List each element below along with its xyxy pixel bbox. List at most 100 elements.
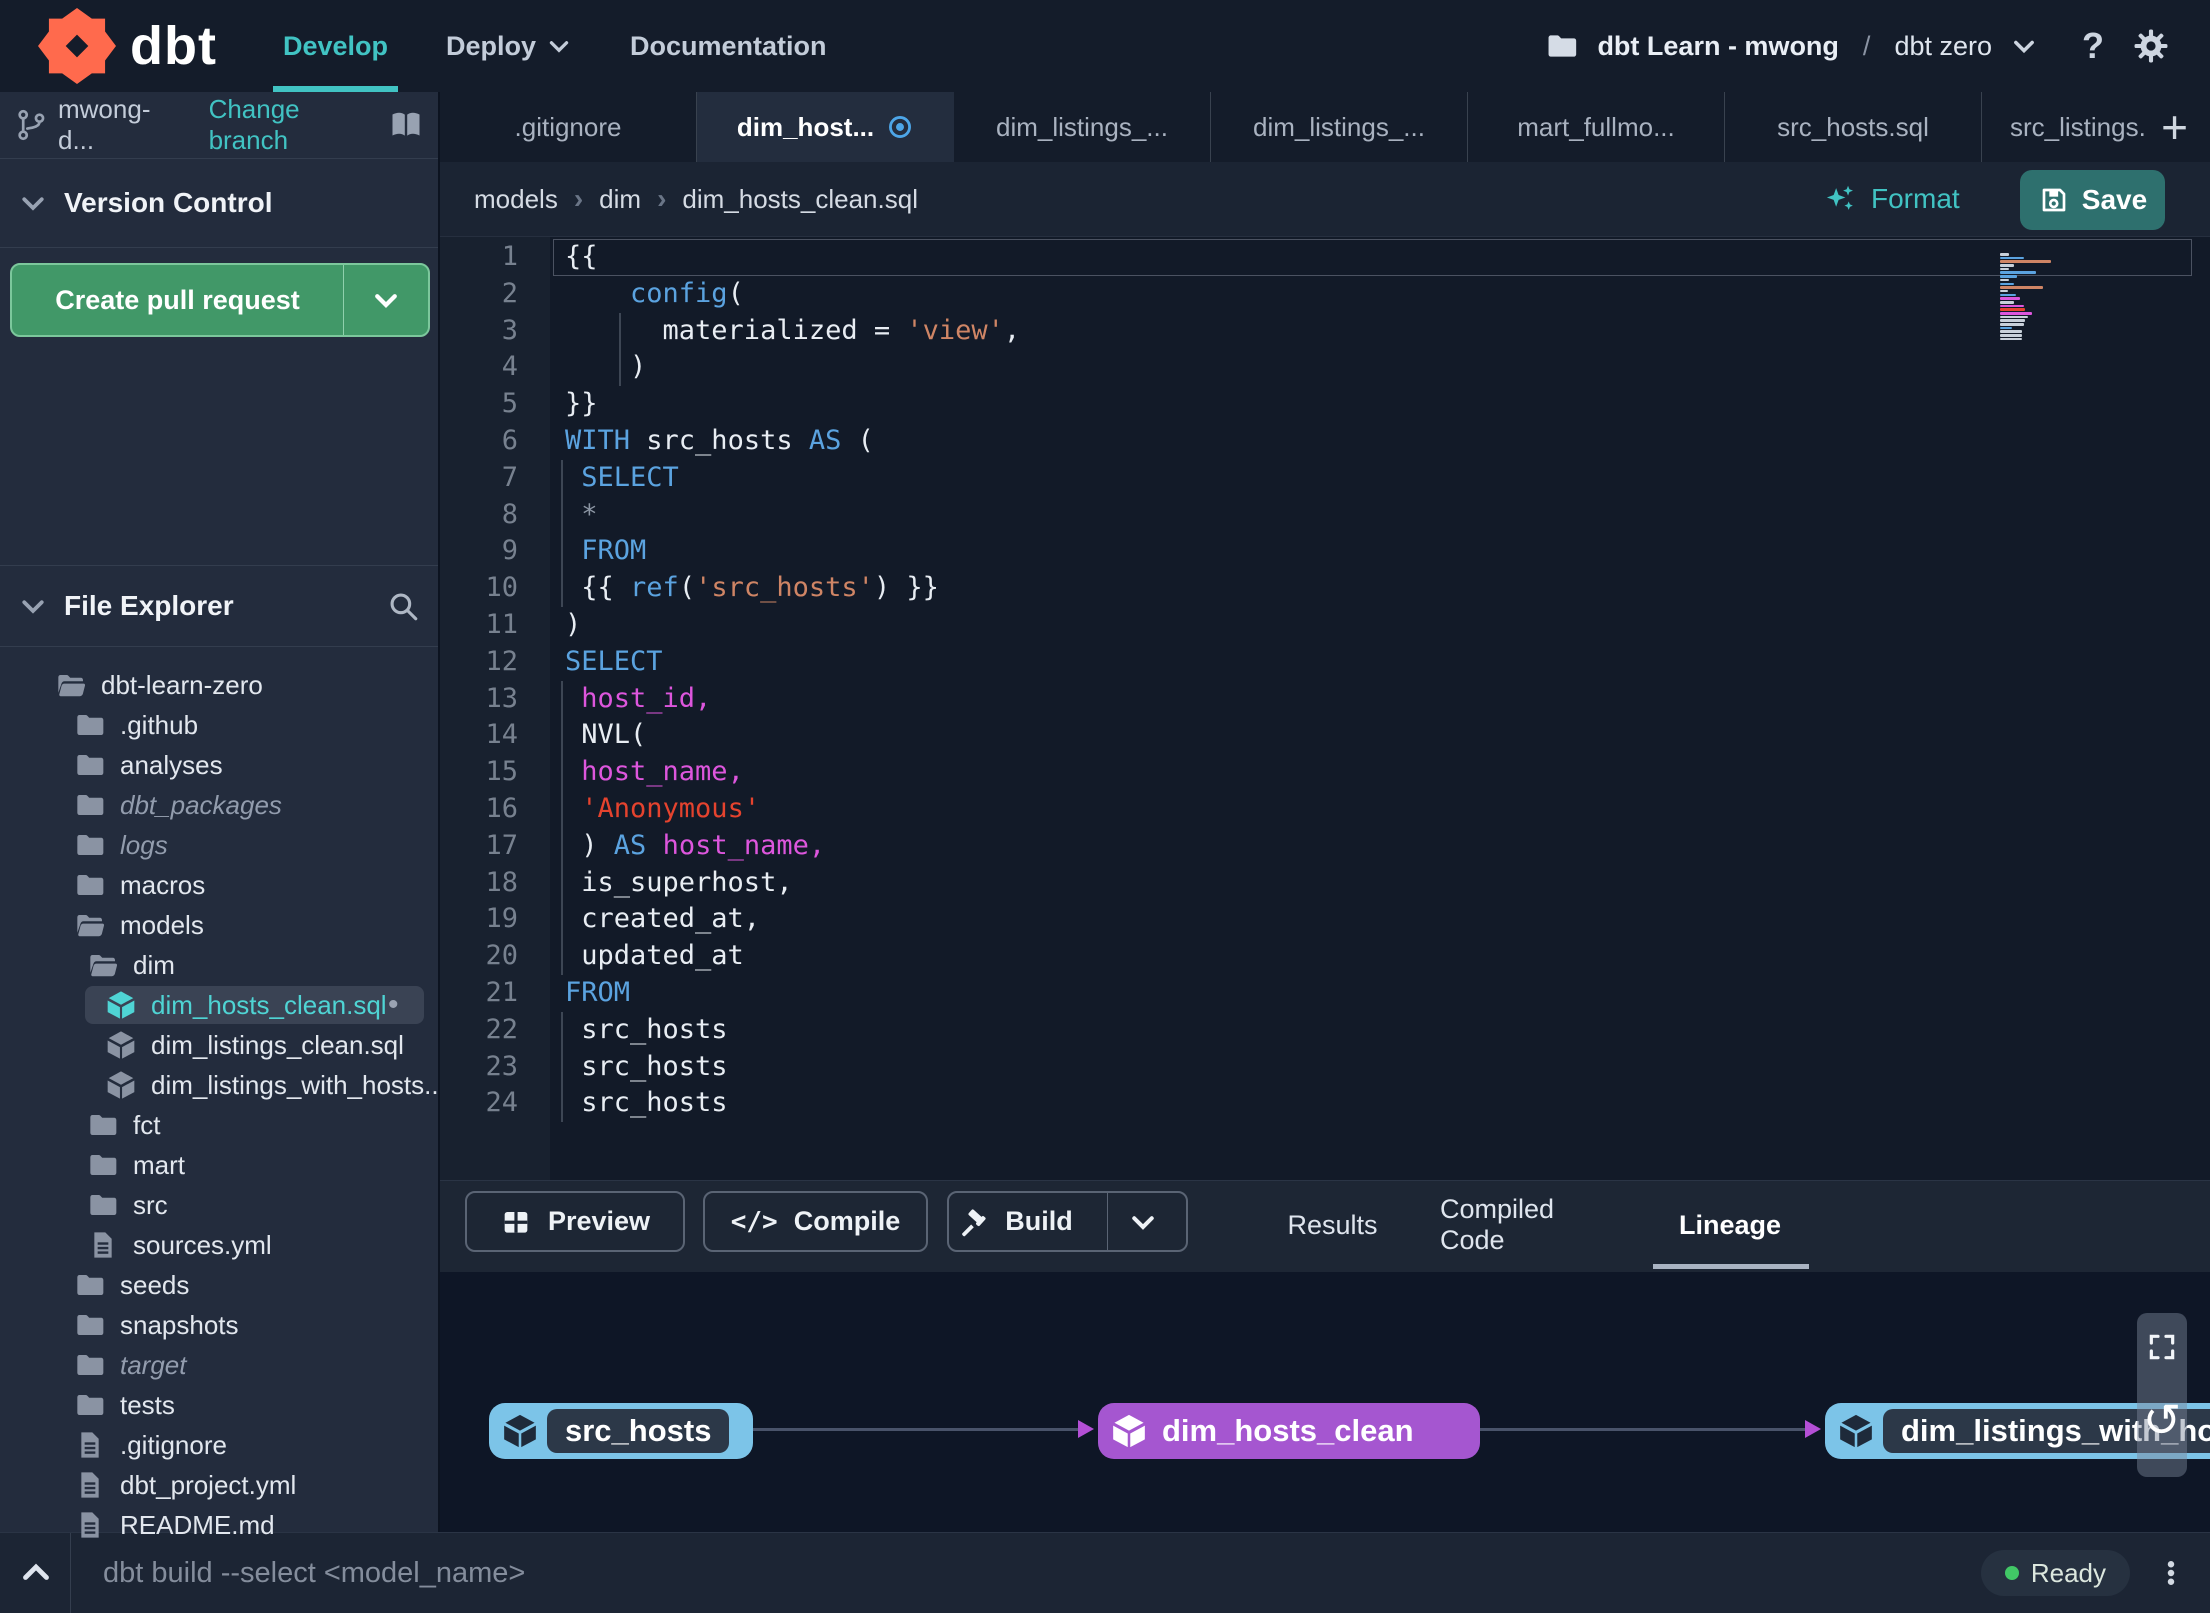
- tree-item-dim[interactable]: dim: [0, 945, 438, 985]
- code-icon: </>: [730, 1206, 778, 1237]
- tree-item-dim-listings-with-hosts-[interactable]: dim_listings_with_hosts...: [0, 1065, 438, 1105]
- lineage-node-src-hosts[interactable]: src_hosts: [489, 1403, 753, 1459]
- tree-item-seeds[interactable]: seeds: [0, 1265, 438, 1305]
- code-line: updated_at: [565, 940, 744, 972]
- chevron-down-icon[interactable]: [2010, 32, 2038, 60]
- format-button[interactable]: Format: [1823, 182, 1960, 216]
- project-name[interactable]: dbt Learn - mwong: [1597, 31, 1838, 62]
- minimap-line: [2000, 293, 2016, 297]
- bottom-toolbar: Preview </> Compile Build Results Compile…: [440, 1180, 2210, 1272]
- results-tab-results[interactable]: Results: [1270, 1181, 1395, 1269]
- breadcrumb-item[interactable]: models: [474, 184, 558, 215]
- nav-develop[interactable]: Develop: [272, 0, 399, 92]
- line-number: 22: [485, 1013, 518, 1045]
- tab-dim-listings-[interactable]: dim_listings_...: [954, 92, 1211, 162]
- tree-item-dbt-packages[interactable]: dbt_packages: [0, 785, 438, 825]
- save-button[interactable]: Save: [2020, 170, 2165, 230]
- chevron-up-icon[interactable]: [18, 1555, 54, 1591]
- create-pull-request-button[interactable]: Create pull request: [10, 263, 430, 337]
- pr-dropdown-chevron[interactable]: [344, 265, 428, 335]
- tab-mart-fullmo-[interactable]: mart_fullmo...: [1468, 92, 1725, 162]
- tree-item-dbt-project-yml[interactable]: dbt_project.yml: [0, 1465, 438, 1505]
- code-line: host_name,: [581, 756, 744, 788]
- lineage-pane[interactable]: ↺ src_hosts dim_hosts_clean dim_listings_w…: [440, 1272, 2210, 1532]
- tree-item-models[interactable]: models: [0, 905, 438, 945]
- dbt-logo[interactable]: dbt: [38, 8, 217, 84]
- nav-documentation[interactable]: Documentation: [630, 0, 827, 92]
- tree-item-logs[interactable]: logs: [0, 825, 438, 865]
- help-icon[interactable]: ?: [2082, 25, 2104, 67]
- minimap-line: [2000, 260, 2051, 263]
- fullscreen-icon[interactable]: [2146, 1331, 2178, 1363]
- breadcrumb-item[interactable]: dim_hosts_clean.sql: [682, 184, 918, 215]
- divider: [70, 1533, 71, 1613]
- tree-item-label: sources.yml: [133, 1229, 272, 1260]
- minimap-line: [2000, 282, 2014, 286]
- tree-item-macros[interactable]: macros: [0, 865, 438, 905]
- tree-item-mart[interactable]: mart: [0, 1145, 438, 1185]
- code-line: ) AS host_name,: [565, 829, 826, 861]
- command-input[interactable]: dbt build --select <model_name>: [103, 1557, 1981, 1590]
- search-icon[interactable]: [386, 589, 420, 623]
- minimap-line: [2000, 334, 2022, 337]
- breadcrumb: models › dim › dim_hosts_clean.sql: [474, 183, 918, 215]
- file-tree: dbt-learn-zero .github analyses dbt_package…: [0, 655, 438, 1542]
- tab-dim-listings-[interactable]: dim_listings_...: [1211, 92, 1468, 162]
- tree-item--github[interactable]: .github: [0, 705, 438, 745]
- tree-item-analyses[interactable]: analyses: [0, 745, 438, 785]
- code-editor[interactable]: 1 2 3 4 5 6 7 8 9 10 11 12 13 14 15 16 17 18 19 20 21 22 23 24 …: [440, 237, 2210, 1180]
- lineage-node-dim-hosts-clean[interactable]: dim_hosts_clean: [1098, 1403, 1480, 1459]
- file-explorer-title: File Explorer: [64, 590, 234, 621]
- version-control-header[interactable]: Version Control: [0, 159, 438, 248]
- code-line: {{: [565, 241, 598, 272]
- tree-item-label: dbt_project.yml: [120, 1469, 297, 1500]
- results-tab-lineage[interactable]: Lineage: [1655, 1181, 1805, 1269]
- environment-name[interactable]: dbt zero: [1894, 31, 1992, 62]
- file-icon: [87, 1229, 119, 1261]
- preview-button[interactable]: Preview: [465, 1191, 685, 1252]
- tree-item-dim-listings-clean-sql[interactable]: dim_listings_clean.sql: [0, 1025, 438, 1065]
- main-panel: .gitignore dim_host... dim_listings_... dim…: [440, 92, 2210, 1532]
- change-branch-link[interactable]: Change branch: [209, 94, 378, 156]
- tab-src-listings-[interactable]: src_listings.: [1982, 92, 2155, 162]
- gear-icon[interactable]: [2132, 27, 2170, 65]
- line-number: 7: [501, 461, 518, 493]
- results-tab-compiled-code[interactable]: Compiled Code: [1440, 1181, 1625, 1269]
- tree-item-label: tests: [120, 1389, 175, 1420]
- line-number: 15: [485, 756, 518, 788]
- line-number: 2: [501, 277, 518, 309]
- minimap-line: [2000, 300, 2014, 304]
- minimap[interactable]: [2000, 253, 2062, 342]
- breadcrumb-item[interactable]: dim: [599, 184, 641, 215]
- minimap-line: [2000, 315, 2029, 319]
- code-content[interactable]: {{ config( materialized = 'view', )}} WIT…: [565, 239, 2210, 1122]
- new-tab-button[interactable]: +: [2151, 92, 2198, 162]
- branch-row: mwong-d... Change branch: [0, 92, 438, 159]
- tab-dim-host-[interactable]: dim_host...: [697, 92, 954, 162]
- tree-item-tests[interactable]: tests: [0, 1385, 438, 1425]
- tree-item-dim-hosts-clean-sql[interactable]: dim_hosts_clean.sql •: [0, 985, 438, 1025]
- tree-item-dbt-learn-zero[interactable]: dbt-learn-zero: [0, 665, 438, 705]
- tab--gitignore[interactable]: .gitignore: [440, 92, 697, 162]
- folder-open-icon: [87, 949, 119, 981]
- file-explorer-header[interactable]: File Explorer: [0, 565, 438, 647]
- version-control-title: Version Control: [64, 187, 273, 218]
- tree-item-src[interactable]: src: [0, 1185, 438, 1225]
- tree-item-sources-yml[interactable]: sources.yml: [0, 1225, 438, 1265]
- build-button[interactable]: Build: [947, 1191, 1188, 1252]
- folder-icon: [87, 1109, 119, 1141]
- minimap-line: [2000, 297, 2021, 300]
- tree-item--gitignore[interactable]: .gitignore: [0, 1425, 438, 1465]
- tree-item-fct[interactable]: fct: [0, 1105, 438, 1145]
- tree-item-snapshots[interactable]: snapshots: [0, 1305, 438, 1345]
- build-dropdown-chevron[interactable]: [1106, 1193, 1178, 1250]
- tab-label: src_listings.: [2010, 111, 2146, 142]
- kebab-menu-icon[interactable]: [2156, 1556, 2186, 1590]
- nav-deploy[interactable]: Deploy: [446, 0, 572, 92]
- compile-button[interactable]: </> Compile: [703, 1191, 928, 1252]
- tree-item-target[interactable]: target: [0, 1345, 438, 1385]
- tab-src-hosts-sql[interactable]: src_hosts.sql: [1725, 92, 1982, 162]
- reset-view-icon[interactable]: ↺: [2143, 1397, 2182, 1443]
- docs-book-icon[interactable]: [388, 107, 424, 143]
- line-number: 4: [501, 351, 518, 383]
